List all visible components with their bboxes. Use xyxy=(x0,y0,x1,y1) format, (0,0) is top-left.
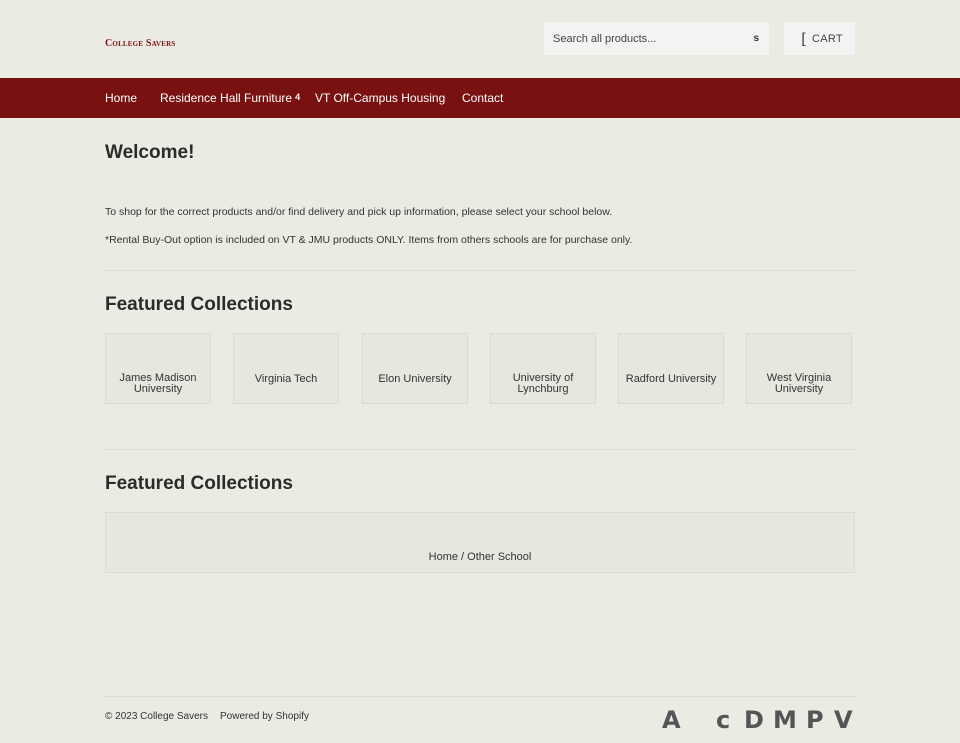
collection-tile-elon-university[interactable]: Elon University xyxy=(362,333,468,404)
footer-copyright: © 2023 College Savers xyxy=(105,711,208,722)
breadcrumb: Home / Other School xyxy=(106,551,854,563)
featured-collections-title: Featured Collections xyxy=(105,294,293,315)
nav-item-contact[interactable]: Contact xyxy=(462,91,503,105)
nav-item-home[interactable]: Home xyxy=(105,91,137,105)
nav-item-label: Residence Hall Furniture xyxy=(160,91,293,105)
collection-tile-radford-university[interactable]: Radford University xyxy=(618,333,724,404)
mastercard-icon: M xyxy=(773,706,797,734)
powered-by-link[interactable]: Powered by Shopify xyxy=(220,711,309,722)
nav-item-vt-off-campus-housing[interactable]: VT Off-Campus Housing xyxy=(315,91,445,105)
site-header: College Savers s [ CART xyxy=(0,0,960,78)
collection-grid: James Madison University Virginia Tech E… xyxy=(105,333,855,405)
dropdown-icon: 4 xyxy=(295,92,301,102)
other-school-collection[interactable]: Home / Other School xyxy=(105,512,855,573)
nav-item-label: Contact xyxy=(462,91,504,105)
amex-icon: A xyxy=(662,706,681,734)
cart-label: CART xyxy=(812,33,843,45)
visa-icon: V xyxy=(834,706,853,734)
nav-item-label: Home xyxy=(105,91,138,105)
intro-paragraph: To shop for the correct products and/or … xyxy=(105,206,613,218)
collection-tile-label: Elon University xyxy=(378,373,452,385)
search-input[interactable] xyxy=(544,22,734,55)
collection-tile-label: West Virginia University xyxy=(766,372,832,395)
breadcrumb-current: Other School xyxy=(467,551,532,563)
collection-tile-west-virginia-university[interactable]: West Virginia University xyxy=(746,333,852,404)
collection-tile-label: James Madison University xyxy=(119,372,197,395)
paypal-icon: P xyxy=(806,706,824,734)
site-logo[interactable]: College Savers xyxy=(105,38,175,49)
collection-tile-james-madison-university[interactable]: James Madison University xyxy=(105,333,211,404)
breadcrumb-separator: / xyxy=(457,551,468,563)
section-divider xyxy=(105,449,855,450)
collection-tile-virginia-tech[interactable]: Virginia Tech xyxy=(233,333,339,404)
nav-item-residence-hall-furniture[interactable]: Residence Hall Furniture 4 xyxy=(160,91,300,105)
search-icon[interactable]: s xyxy=(753,33,759,44)
cart-button[interactable]: [ CART xyxy=(784,22,855,55)
discover-icon: D xyxy=(744,706,764,734)
collection-tile-university-of-lynchburg[interactable]: University of Lynchburg xyxy=(490,333,596,404)
cart-icon: [ xyxy=(799,30,809,48)
nav-item-label: VT Off-Campus Housing xyxy=(315,91,446,105)
search-form: s xyxy=(544,22,769,55)
collection-tile-label: Virginia Tech xyxy=(254,373,318,385)
section-divider xyxy=(105,270,855,271)
footer-divider xyxy=(105,696,855,697)
main-nav: Home Residence Hall Furniture 4 VT Off-Ca… xyxy=(0,78,960,118)
diners-club-icon: c xyxy=(716,706,731,734)
collection-tile-label: University of Lynchburg xyxy=(512,372,574,395)
collection-tile-label: Radford University xyxy=(625,373,717,385)
page-title: Welcome! xyxy=(105,142,195,163)
rental-note-paragraph: *Rental Buy-Out option is included on VT… xyxy=(105,234,633,246)
breadcrumb-home-link[interactable]: Home xyxy=(429,551,458,563)
featured-collections-title-2: Featured Collections xyxy=(105,473,293,494)
